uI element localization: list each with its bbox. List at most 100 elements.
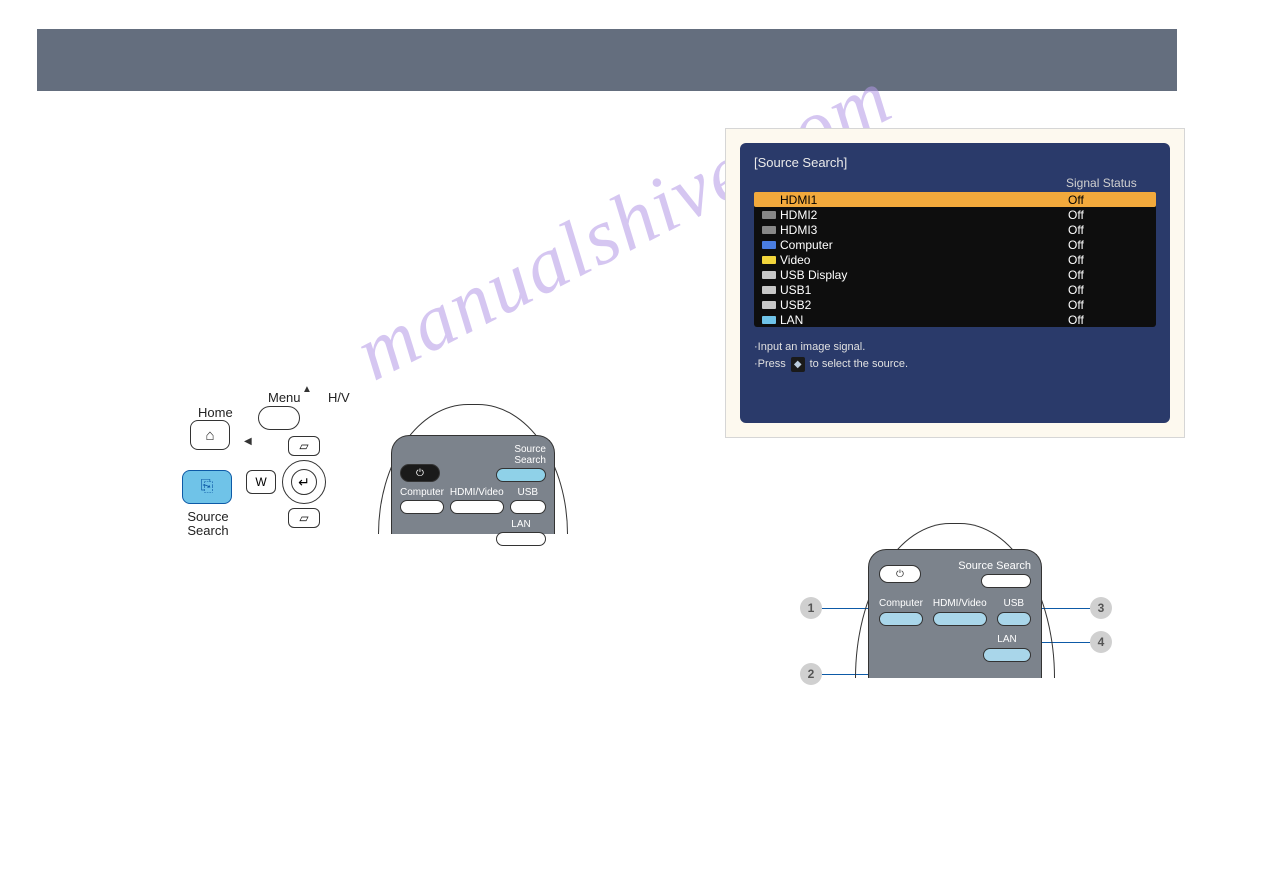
osd-row: HDMI1Off (754, 192, 1156, 207)
osd-header-status: Signal Status (1066, 176, 1156, 190)
osd-row: HDMI3Off (754, 222, 1156, 237)
callout-2: 2 (800, 663, 822, 685)
remote2-face: ⏻ Source Search Computer HDMI/Video USB (868, 549, 1042, 678)
lan-label-2: LAN (997, 634, 1016, 645)
enter-icon: ↵ (291, 469, 317, 495)
hdmi-video-label: HDMI/Video (450, 488, 504, 498)
osd-list: HDMI1OffHDMI2OffHDMI3OffComputerOffVideo… (754, 192, 1156, 327)
source-search-button: ⎘ (182, 470, 232, 504)
keystone-up-icon: ▱ (299, 439, 308, 453)
remote2-outline: ⏻ Source Search Computer HDMI/Video USB (855, 523, 1055, 678)
home-icon: ⌂ (205, 427, 214, 444)
osd-row-name: HDMI3 (780, 223, 1068, 237)
remote-face: ⏻ Source Search Computer HDMI/Video USB (391, 435, 555, 534)
callout-4: 4 (1090, 631, 1112, 653)
computer-button-2: Computer (879, 598, 923, 626)
osd-hint-2-post: to select the source. (810, 358, 908, 370)
wide-button: W (246, 470, 276, 494)
source-port-icon (758, 196, 780, 204)
keystone-down-icon: ▱ (299, 511, 308, 525)
hdmi-video-button-2: HDMI/Video (933, 598, 987, 626)
hdmi-video-pill (450, 500, 504, 514)
source-port-icon (758, 286, 780, 294)
source-search-pill-2 (981, 574, 1031, 588)
osd-hint-2: ·Press ◆ to select the source. (754, 356, 1156, 373)
osd-hint-2-pre: ·Press (754, 358, 786, 370)
dpad: ▱ W ↵ ▱ (254, 432, 354, 532)
source-port-icon (758, 316, 780, 324)
osd-row: LANOff (754, 312, 1156, 327)
keystone-up-button: ▱ (288, 436, 320, 456)
osd-row: USB1Off (754, 282, 1156, 297)
arrow-left-icon: ◀ (244, 436, 252, 447)
source-port-icon (758, 226, 780, 234)
computer-button-col: Computer (400, 488, 444, 514)
updown-key-icon: ◆ (791, 357, 805, 372)
usb-button-col: USB (510, 488, 546, 514)
source-search-label-2: Source Search (958, 560, 1031, 572)
osd-row-name: Computer (780, 238, 1068, 252)
lan-pill-2 (983, 648, 1031, 662)
osd-row-name: LAN (780, 313, 1068, 327)
source-port-icon (758, 256, 780, 264)
hdmi-video-button-col: HDMI/Video (450, 488, 504, 514)
source-search-pill (496, 468, 546, 482)
osd-row-status: Off (1068, 223, 1152, 237)
callout-3: 3 (1090, 597, 1112, 619)
usb-label: USB (518, 488, 539, 498)
enter-button: ↵ (282, 460, 326, 504)
menu-button (258, 406, 300, 430)
keystone-down-button: ▱ (288, 508, 320, 528)
osd-row: ComputerOff (754, 237, 1156, 252)
osd-row-status: Off (1068, 283, 1152, 297)
lan-label: LAN (511, 520, 530, 530)
computer-pill-2 (879, 612, 923, 626)
wide-label: W (255, 475, 266, 489)
osd-row-status: Off (1068, 298, 1152, 312)
hdmi-video-pill-2 (933, 612, 987, 626)
home-label: Home (198, 405, 233, 420)
source-port-icon (758, 211, 780, 219)
computer-pill (400, 500, 444, 514)
osd-panel: [Source Search] Signal Status HDMI1OffHD… (740, 143, 1170, 423)
usb-pill-2 (997, 612, 1031, 626)
osd-row-status: Off (1068, 193, 1152, 207)
osd-row: HDMI2Off (754, 207, 1156, 222)
osd-row: USB2Off (754, 297, 1156, 312)
osd-row-name: HDMI1 (780, 193, 1068, 207)
osd-row-name: Video (780, 253, 1068, 267)
source-search-label-remote: Source Search (486, 444, 546, 466)
menu-label: Menu (268, 390, 301, 405)
arrow-up-icon: ▲ (302, 384, 312, 395)
lan-button-2: LAN (983, 634, 1031, 662)
osd-row-status: Off (1068, 253, 1152, 267)
power-button: ⏻ (400, 464, 440, 482)
header-bar (37, 29, 1177, 91)
source-port-icon (758, 271, 780, 279)
source-port-icon (758, 301, 780, 309)
hv-label: H/V (328, 390, 350, 405)
usb-button-2: USB (997, 598, 1031, 626)
osd-title: [Source Search] (754, 155, 1156, 170)
computer-label: Computer (400, 488, 444, 498)
source-port-icon (758, 241, 780, 249)
osd-hint-1: ·Input an image signal. (754, 339, 1156, 356)
osd-row-name: USB2 (780, 298, 1068, 312)
usb-pill (510, 500, 546, 514)
osd-row: USB DisplayOff (754, 267, 1156, 282)
osd-row-name: USB Display (780, 268, 1068, 282)
osd-row-status: Off (1068, 313, 1152, 327)
lan-pill (496, 532, 546, 546)
power-button-2: ⏻ (879, 565, 921, 583)
osd-row: VideoOff (754, 252, 1156, 267)
lan-button-col: LAN (496, 520, 546, 546)
callout-1: 1 (800, 597, 822, 619)
osd-screenshot: [Source Search] Signal Status HDMI1OffHD… (725, 128, 1185, 438)
source-search-icon: ⎘ (201, 478, 214, 496)
source-search-label: Source Search (186, 510, 230, 539)
computer-label-2: Computer (879, 598, 923, 609)
illustration-control-panel: Home ⌂ ⎘ Source Search Menu H/V ▲ ◀ ▼ ▱ … (168, 390, 578, 560)
osd-row-name: USB1 (780, 283, 1068, 297)
osd-row-status: Off (1068, 238, 1152, 252)
osd-row-status: Off (1068, 208, 1152, 222)
